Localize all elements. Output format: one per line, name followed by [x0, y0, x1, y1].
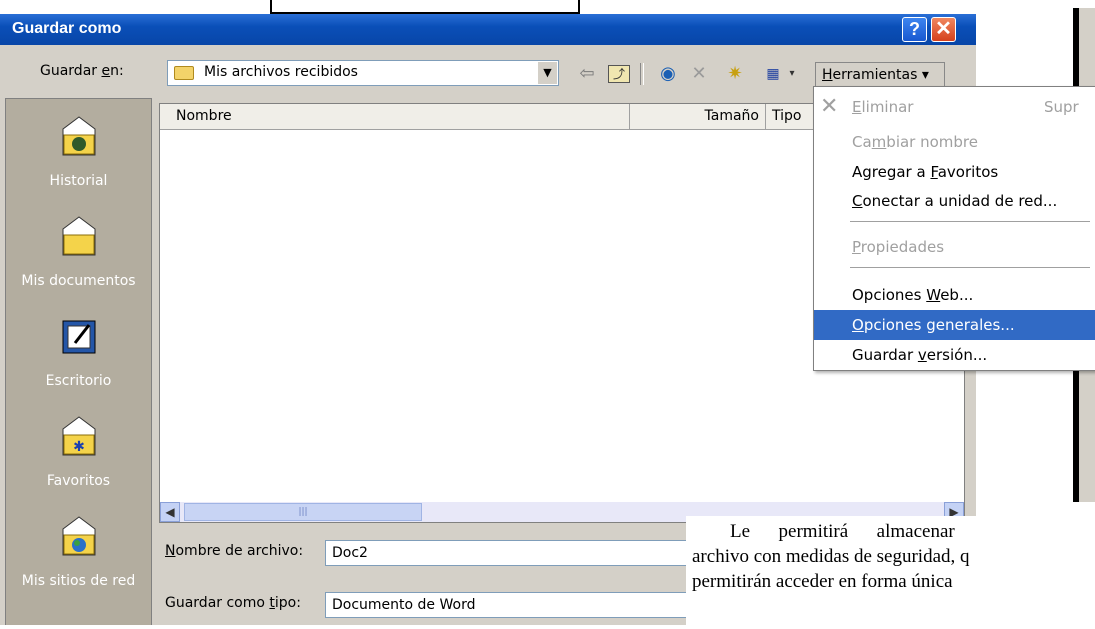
filetype-label: Guardar como tipo: — [165, 595, 301, 611]
network-places-icon — [61, 515, 97, 559]
menu-item-properties[interactable]: Propiedades — [814, 232, 1095, 262]
desktop-icon — [61, 315, 97, 359]
search-web-icon[interactable]: ◉ — [656, 63, 680, 85]
column-header-size[interactable]: Tamaño — [630, 104, 766, 130]
tools-menu-button[interactable]: Herramientas ▾ — [815, 62, 945, 88]
place-my-documents[interactable]: Mis documentos — [6, 215, 151, 315]
place-desktop[interactable]: Escritorio — [6, 315, 151, 415]
menu-item-web-options[interactable]: Opciones Web... — [814, 280, 1095, 310]
document-paragraph-visible: Le permitirá almacenar archivo con medid… — [692, 519, 1095, 629]
place-label: Favoritos — [46, 473, 111, 489]
save-in-value: Mis archivos recibidos — [204, 64, 358, 80]
place-label: Escritorio — [45, 373, 112, 389]
place-label: Mis sitios de red — [21, 573, 136, 589]
tools-menu: ✕ Eliminar Supr Cambiar nombre Agregar a… — [813, 86, 1095, 371]
place-label: Mis documentos — [21, 273, 136, 289]
title-bar[interactable]: Guardar como ? ✕ — [0, 14, 976, 45]
help-button[interactable]: ? — [902, 17, 927, 42]
menu-item-delete[interactable]: ✕ Eliminar Supr — [814, 92, 1095, 122]
menu-item-general-options[interactable]: Opciones generales... — [814, 310, 1095, 340]
places-bar: Historial Mis documentos Escritorio ✱ Fa… — [5, 98, 152, 625]
scroll-left-icon[interactable]: ◀ — [160, 502, 180, 522]
save-in-combo[interactable]: Mis archivos recibidos ▼ — [167, 60, 559, 86]
history-icon — [61, 115, 97, 159]
filename-label: Nombre de archivo: — [165, 543, 304, 559]
new-folder-icon[interactable]: ✷ — [722, 63, 748, 85]
menu-separator — [850, 221, 1090, 222]
delete-icon[interactable]: ✕ — [688, 63, 710, 85]
document-text-box — [270, 0, 580, 14]
menu-shortcut: Supr — [1044, 98, 1079, 116]
menu-item-add-favorites[interactable]: Agregar a Favoritos — [814, 157, 1095, 187]
delete-icon: ✕ — [820, 94, 839, 119]
place-network[interactable]: Mis sitios de red — [6, 515, 151, 615]
scroll-thumb[interactable]: ||| — [184, 503, 422, 521]
favorites-icon: ✱ — [61, 415, 97, 459]
folder-icon — [174, 66, 194, 80]
column-header-name[interactable]: Nombre — [160, 104, 630, 130]
filetype-select[interactable]: Documento de Word — [325, 592, 725, 618]
document-line: permitirán acceder en forma única — [692, 571, 953, 592]
my-documents-icon — [61, 215, 97, 259]
menu-item-save-version[interactable]: Guardar versión... — [814, 340, 1095, 370]
views-icon[interactable]: ▦ — [762, 63, 784, 85]
close-button[interactable]: ✕ — [931, 17, 956, 42]
document-line: archivo con medidas de seguridad, q — [692, 546, 970, 567]
up-folder-icon[interactable]: ⤴ — [608, 65, 630, 83]
menu-separator — [850, 267, 1090, 268]
chevron-down-icon[interactable]: ▼ — [537, 62, 557, 84]
menu-item-rename[interactable]: Cambiar nombre — [814, 127, 1095, 157]
menu-item-map-drive[interactable]: Conectar a unidad de red... — [814, 186, 1095, 216]
toolbar-divider — [640, 63, 644, 85]
back-arrow-icon[interactable]: ⇦ — [576, 63, 598, 85]
place-history[interactable]: Historial — [6, 115, 151, 215]
filename-input[interactable]: Doc2 — [325, 540, 725, 566]
save-in-label: Guardar en: — [40, 63, 124, 79]
document-line: Le permitirá almacenar — [692, 521, 955, 542]
views-dropdown-icon[interactable]: ▾ — [786, 63, 798, 85]
dialog-title: Guardar como — [12, 20, 122, 37]
place-favorites[interactable]: ✱ Favoritos — [6, 415, 151, 515]
svg-text:✱: ✱ — [73, 439, 85, 455]
place-label: Historial — [49, 173, 108, 189]
